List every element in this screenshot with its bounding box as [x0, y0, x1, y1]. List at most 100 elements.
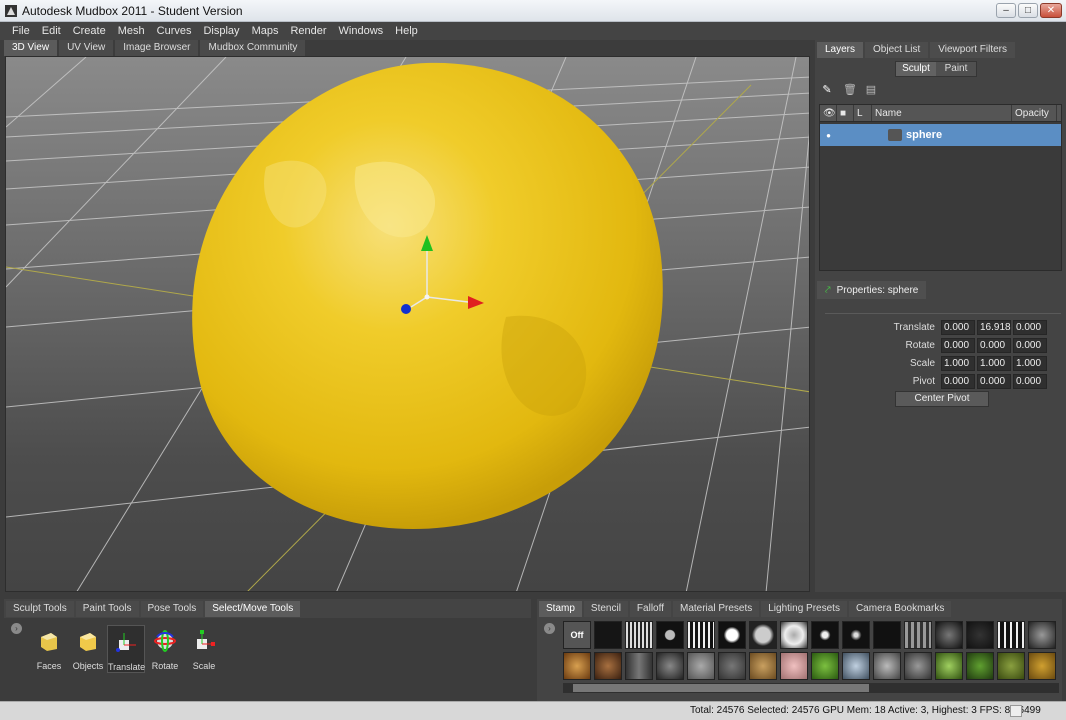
stamp-thumb[interactable] — [656, 652, 684, 680]
stamp-thumb[interactable] — [780, 652, 808, 680]
translate-y-field[interactable]: 16.918 — [977, 319, 1011, 335]
center-pivot-button[interactable]: Center Pivot — [895, 391, 989, 407]
rotate-y-field[interactable]: 0.000 — [977, 337, 1011, 353]
close-button[interactable]: ✕ — [1040, 3, 1062, 18]
3d-viewport[interactable] — [5, 56, 810, 592]
stamp-thumb[interactable] — [718, 652, 746, 680]
stamp-thumb[interactable] — [718, 621, 746, 649]
tab-select-move-tools[interactable]: Select/Move Tools — [205, 601, 301, 617]
column-name: Name — [872, 105, 1012, 121]
objects-tool[interactable]: Objects — [69, 625, 107, 673]
pivot-center[interactable] — [424, 294, 430, 300]
stamp-thumb[interactable] — [594, 621, 622, 649]
stamp-off[interactable]: Off — [563, 621, 591, 649]
stamp-thumb[interactable] — [842, 621, 870, 649]
stamp-thumb[interactable] — [904, 652, 932, 680]
new-layer-icon[interactable]: ✎ — [821, 84, 833, 96]
menu-mesh[interactable]: Mesh — [112, 22, 151, 40]
scale-x-field[interactable]: 1.000 — [941, 355, 975, 371]
window-title: Autodesk Mudbox 2011 - Student Version — [22, 3, 243, 18]
tab-pose-tools[interactable]: Pose Tools — [140, 601, 204, 617]
mode-paint[interactable]: Paint — [936, 62, 976, 76]
tab-layers[interactable]: Layers — [817, 42, 864, 58]
stamp-thumb[interactable] — [966, 652, 994, 680]
translate-z-field[interactable]: 0.000 — [1013, 319, 1047, 335]
translate-x-field[interactable]: 0.000 — [941, 319, 975, 335]
stamp-thumb[interactable] — [811, 621, 839, 649]
menu-help[interactable]: Help — [389, 22, 424, 40]
tab-material-presets[interactable]: Material Presets — [672, 601, 760, 617]
tab-viewport-filters[interactable]: Viewport Filters — [930, 42, 1015, 58]
stamp-thumb[interactable] — [935, 621, 963, 649]
pivot-y-field[interactable]: 0.000 — [977, 373, 1011, 389]
menu-windows[interactable]: Windows — [333, 22, 390, 40]
stamp-thumb[interactable] — [563, 652, 591, 680]
minimize-button[interactable]: – — [996, 3, 1016, 18]
rotate-tool[interactable]: Rotate — [146, 625, 184, 673]
stamp-thumb[interactable] — [687, 621, 715, 649]
stamp-thumb[interactable] — [966, 621, 994, 649]
maximize-button[interactable]: □ — [1018, 3, 1038, 18]
mode-sculpt[interactable]: Sculpt — [896, 62, 936, 76]
stamp-thumb[interactable] — [997, 652, 1025, 680]
tab-3d-view[interactable]: 3D View — [4, 40, 58, 56]
tab-stencil[interactable]: Stencil — [583, 601, 628, 617]
tab-image-browser[interactable]: Image Browser — [115, 40, 199, 56]
stamp-thumb[interactable] — [594, 652, 622, 680]
delete-layer-icon[interactable]: 🗑 — [843, 84, 857, 96]
visible-toggle-icon[interactable]: ● — [820, 131, 837, 140]
tray-options-icon[interactable]: › — [11, 623, 22, 634]
stamp-thumb[interactable] — [687, 652, 715, 680]
scale-tool[interactable]: Scale — [185, 625, 223, 673]
stamp-thumb[interactable] — [873, 652, 901, 680]
tab-falloff[interactable]: Falloff — [629, 601, 671, 617]
layer-row[interactable]: ● sphere — [820, 124, 1061, 146]
stamp-grid: Off — [563, 621, 1059, 681]
stamp-scrollbar[interactable] — [563, 683, 1059, 693]
faces-tool-label: Faces — [36, 661, 62, 671]
status-bar: Total: 24576 Selected: 24576 GPU Mem: 18… — [0, 701, 1066, 720]
scale-z-field[interactable]: 1.000 — [1013, 355, 1047, 371]
stamp-thumb[interactable] — [842, 652, 870, 680]
menu-render[interactable]: Render — [284, 22, 332, 40]
tab-mudbox-community[interactable]: Mudbox Community — [200, 40, 306, 56]
pivot-x-field[interactable]: 0.000 — [941, 373, 975, 389]
menu-create[interactable]: Create — [67, 22, 112, 40]
stamp-thumb[interactable] — [749, 621, 777, 649]
merge-layer-icon[interactable]: ▤ — [865, 84, 877, 96]
rotate-label: Rotate — [905, 339, 935, 351]
stamp-thumb[interactable] — [811, 652, 839, 680]
stamp-thumb[interactable] — [935, 652, 963, 680]
tray-options-icon[interactable]: › — [544, 623, 555, 634]
tab-object-list[interactable]: Object List — [865, 42, 929, 58]
tab-paint-tools[interactable]: Paint Tools — [75, 601, 139, 617]
stamp-thumb[interactable] — [656, 621, 684, 649]
stamp-thumb[interactable] — [749, 652, 777, 680]
pivot-z-field[interactable]: 0.000 — [1013, 373, 1047, 389]
tab-lighting-presets[interactable]: Lighting Presets — [761, 601, 847, 617]
menu-file[interactable]: File — [6, 22, 36, 40]
z-axis-handle[interactable] — [401, 304, 411, 314]
menu-display[interactable]: Display — [197, 22, 245, 40]
scrollbar-thumb[interactable] — [573, 684, 869, 692]
tab-stamp[interactable]: Stamp — [539, 601, 582, 617]
stamp-thumb[interactable] — [625, 621, 653, 649]
rotate-z-field[interactable]: 0.000 — [1013, 337, 1047, 353]
tab-uv-view[interactable]: UV View — [59, 40, 114, 56]
stamp-thumb[interactable] — [625, 652, 653, 680]
tab-camera-bookmarks[interactable]: Camera Bookmarks — [848, 601, 952, 617]
scale-y-field[interactable]: 1.000 — [977, 355, 1011, 371]
translate-tool[interactable]: Translate — [107, 625, 145, 673]
stamp-thumb[interactable] — [780, 621, 808, 649]
faces-tool[interactable]: Faces — [30, 625, 68, 673]
stamp-thumb[interactable] — [1028, 621, 1056, 649]
rotate-x-field[interactable]: 0.000 — [941, 337, 975, 353]
stamp-thumb[interactable] — [904, 621, 932, 649]
menu-edit[interactable]: Edit — [36, 22, 67, 40]
stamp-thumb[interactable] — [1028, 652, 1056, 680]
tab-sculpt-tools[interactable]: Sculpt Tools — [6, 601, 74, 617]
menu-curves[interactable]: Curves — [151, 22, 198, 40]
stamp-thumb[interactable] — [873, 621, 901, 649]
menu-maps[interactable]: Maps — [246, 22, 285, 40]
stamp-thumb[interactable] — [997, 621, 1025, 649]
